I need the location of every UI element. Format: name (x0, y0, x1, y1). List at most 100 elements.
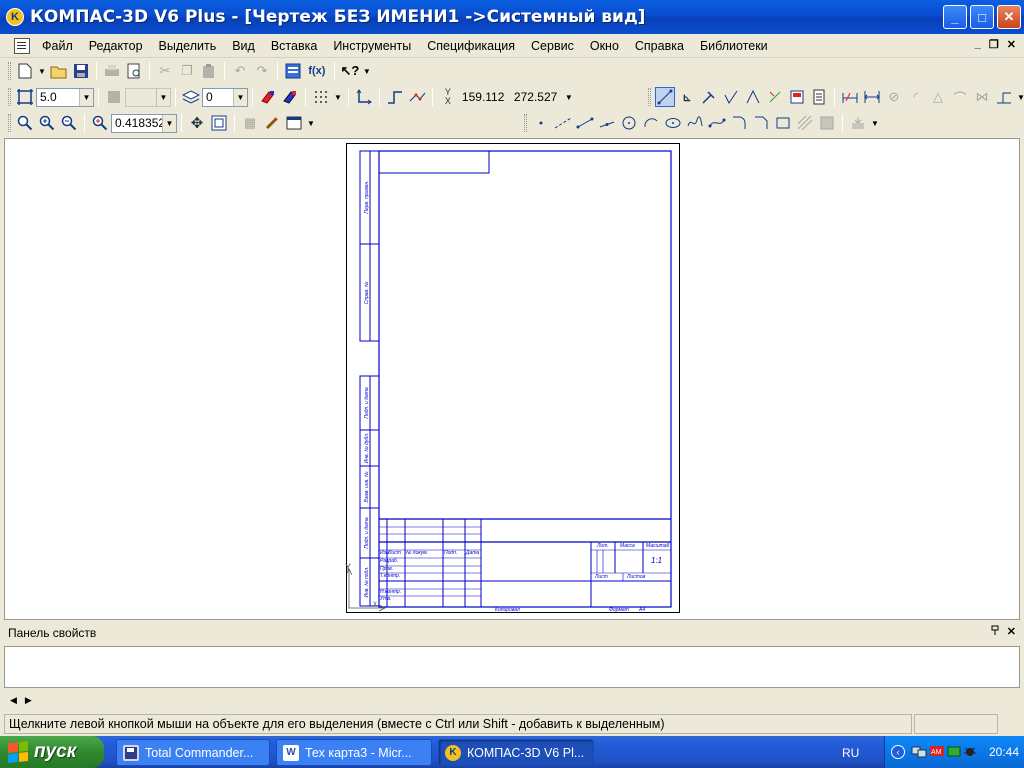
coordinates-icon[interactable]: YX (438, 87, 458, 107)
menu-view[interactable]: Вид (224, 39, 263, 53)
zoom-out-icon[interactable] (59, 113, 79, 133)
minimize-button[interactable]: _ (943, 5, 967, 29)
horizontal-dim-icon[interactable] (862, 87, 882, 107)
show-all-icon[interactable] (209, 113, 229, 133)
grid-dropdown-arrow[interactable]: ▼ (334, 93, 342, 102)
scroll-right-icon[interactable]: ▶ (25, 695, 32, 706)
help-icon[interactable]: ↖? (340, 61, 360, 81)
y-coordinate-field[interactable]: 272.527 (511, 88, 563, 107)
toolbar-grip[interactable] (648, 88, 651, 106)
spline-icon[interactable] (685, 113, 705, 133)
help-dropdown-arrow[interactable]: ▼ (363, 67, 371, 76)
arc-icon[interactable] (641, 113, 661, 133)
zoom-field[interactable]: 0.418352 ▼ (111, 113, 177, 133)
state-icon[interactable] (181, 87, 201, 107)
cursor-step-icon[interactable] (15, 87, 35, 107)
task-word-document[interactable]: W Тех карта3 - Micr... (276, 739, 432, 766)
menu-tools[interactable]: Инструменты (325, 39, 419, 53)
chamfer-icon[interactable] (751, 113, 771, 133)
geometry-dropdown-arrow[interactable]: ▼ (871, 119, 879, 128)
contour-icon[interactable] (817, 113, 837, 133)
network-icon[interactable] (911, 744, 927, 761)
zoom-window-icon[interactable] (15, 113, 35, 133)
open-icon[interactable] (49, 61, 69, 81)
doc-restore-button[interactable]: ❐ (989, 38, 999, 51)
menu-insert[interactable]: Вставка (263, 39, 325, 53)
toolbar-grip[interactable] (8, 62, 11, 80)
drawing-sheet[interactable]: Перв. примен. Справ. № Подп. и дата Инв.… (345, 143, 680, 613)
display-dropdown-arrow[interactable]: ▼ (307, 119, 315, 128)
doc-close-button[interactable]: ✕ (1007, 38, 1016, 51)
diameter-dim-icon[interactable]: ⊘ (884, 87, 904, 107)
display-mode-icon[interactable] (284, 113, 304, 133)
print-icon[interactable] (102, 61, 122, 81)
zoom-in-icon[interactable] (37, 113, 57, 133)
step-field[interactable]: 5.0 ▼ (36, 87, 94, 107)
coordinates-dropdown-arrow[interactable]: ▼ (565, 93, 573, 102)
document-icon[interactable] (14, 37, 30, 54)
preview-icon[interactable] (124, 61, 144, 81)
state-field[interactable]: 0 ▼ (202, 87, 248, 107)
new-icon[interactable] (15, 61, 35, 81)
start-button[interactable]: пуск (0, 736, 104, 768)
local-cs-icon[interactable] (354, 87, 374, 107)
menu-service[interactable]: Сервис (523, 39, 582, 53)
ellipse-icon[interactable] (663, 113, 683, 133)
arc-dim-icon[interactable]: ⌒ (950, 87, 970, 107)
pan-icon[interactable]: ✥ (187, 113, 207, 133)
menu-select[interactable]: Выделить (151, 39, 225, 53)
redo-icon[interactable]: ↷ (252, 61, 272, 81)
dimensions-mode-icon[interactable]: ⊾ (677, 87, 697, 107)
title-bar[interactable]: K КОМПАС-3D V6 Plus - [Чертеж БЕЗ ИМЕНИ1… (0, 0, 1024, 34)
linear-dim-icon[interactable] (840, 87, 860, 107)
radial-dim-icon[interactable]: ◜ (906, 87, 926, 107)
point-icon[interactable] (531, 113, 551, 133)
symbols-mode-icon[interactable] (699, 87, 719, 107)
refresh-icon[interactable]: ▦ (240, 113, 260, 133)
save-icon[interactable] (71, 61, 91, 81)
fillet-icon[interactable] (729, 113, 749, 133)
kompas-app-icon[interactable]: K (6, 8, 24, 26)
antivirus-icon[interactable]: AM (929, 744, 945, 761)
rectangle-icon[interactable] (773, 113, 793, 133)
round-coords-icon[interactable] (407, 87, 427, 107)
spec-icon[interactable] (809, 87, 829, 107)
angular-dim-icon[interactable]: △ (928, 87, 948, 107)
tray-expand-icon[interactable]: ‹ (891, 745, 905, 759)
paste-icon[interactable] (199, 61, 219, 81)
undo-icon[interactable]: ↶ (230, 61, 250, 81)
auxiliary-line-icon[interactable] (553, 113, 573, 133)
menu-libraries[interactable]: Библиотеки (692, 39, 776, 53)
properties-panel-body[interactable] (4, 646, 1020, 688)
hatch-icon[interactable] (795, 113, 815, 133)
bug-icon[interactable] (963, 744, 977, 761)
grid-icon[interactable] (311, 87, 331, 107)
base-icon[interactable] (743, 87, 763, 107)
redraw-icon[interactable] (262, 113, 282, 133)
maximize-button[interactable]: □ (970, 5, 994, 29)
collect-contour-icon[interactable] (848, 113, 868, 133)
task-kompas[interactable]: K КОМПАС-3D V6 Pl... (438, 739, 594, 766)
ortho-mode-icon[interactable] (385, 87, 405, 107)
close-button[interactable]: ✕ (997, 5, 1021, 29)
tolerance-icon[interactable] (765, 87, 785, 107)
toolbar-grip[interactable] (8, 88, 11, 106)
toolbar-grip[interactable] (8, 114, 11, 132)
step-dropdown-arrow[interactable]: ▼ (79, 88, 93, 106)
tray-app-icon[interactable] (947, 744, 961, 761)
menu-help[interactable]: Справка (627, 39, 692, 53)
x-coordinate-field[interactable]: 159.112 (459, 88, 511, 107)
task-total-commander[interactable]: Total Commander... (116, 739, 270, 766)
new-dropdown-arrow[interactable]: ▼ (38, 67, 46, 76)
measure-icon[interactable] (787, 87, 807, 107)
menu-editor[interactable]: Редактор (81, 39, 151, 53)
roughness-icon[interactable] (721, 87, 741, 107)
segment-icon[interactable] (575, 113, 595, 133)
layer-icon[interactable] (104, 87, 124, 107)
clock[interactable]: 20:44 (989, 745, 1019, 759)
polyline-segment-icon[interactable] (597, 113, 617, 133)
properties-close-button[interactable]: ✕ (1007, 625, 1016, 638)
circle-icon[interactable] (619, 113, 639, 133)
layer-dropdown-arrow[interactable]: ▼ (156, 88, 170, 106)
leader-icon[interactable] (994, 87, 1014, 107)
